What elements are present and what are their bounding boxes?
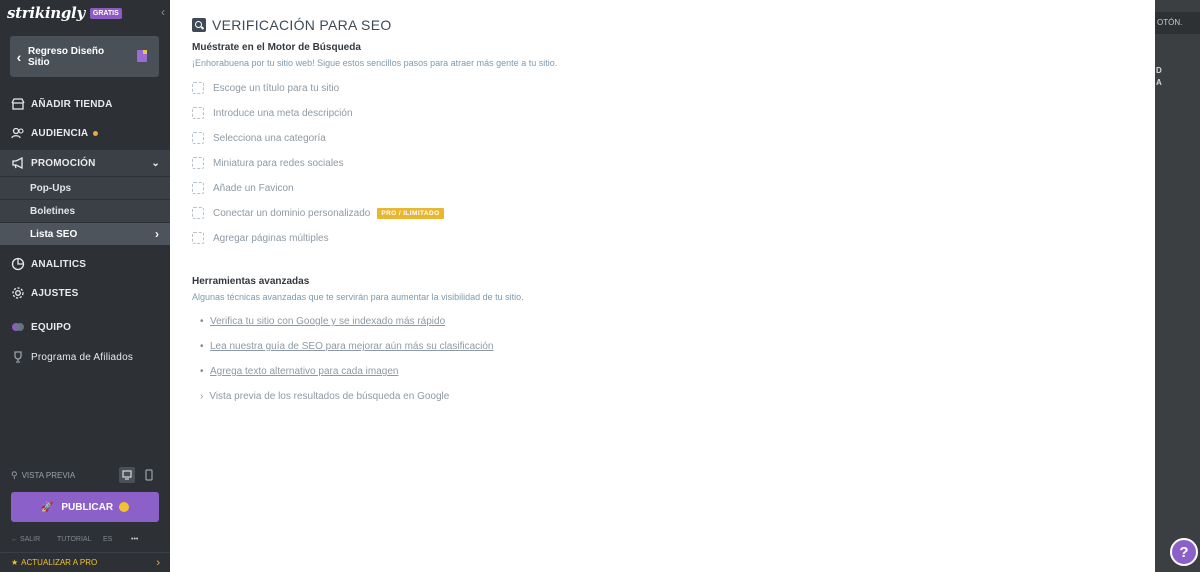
- checklist-item[interactable]: Añade un Favicon: [192, 182, 294, 194]
- site-preview-strip: OTÓN. D A: [1155, 0, 1200, 572]
- chevron-right-icon: ›: [156, 556, 160, 569]
- checklist-label: Miniatura para redes sociales: [213, 157, 344, 169]
- nav-label: AJUSTES: [31, 287, 79, 299]
- section-title: Herramientas avanzadas: [192, 276, 310, 287]
- link-alt-text[interactable]: Agrega texto alternativo para cada image…: [200, 366, 398, 377]
- nav-label: AUDIENCIA: [31, 127, 89, 139]
- sidebar: strikingly GRATIS ‹ ‹ Regreso Diseño Sit…: [0, 0, 170, 572]
- back-label: Regreso Diseño Sitio: [28, 45, 105, 68]
- preview-button-fragment: OTÓN.: [1155, 12, 1200, 34]
- star-icon: ★: [11, 558, 19, 567]
- nav-label: Programa de Afiliados: [31, 351, 134, 363]
- upgrade-pro-link[interactable]: ★ ACTUALIZAR A PRO ›: [0, 552, 170, 572]
- tutorial-link[interactable]: TUTORIAL: [57, 536, 103, 543]
- checklist-label: Escoge un título para tu sitio: [213, 82, 340, 94]
- link-seo-guide[interactable]: Lea nuestra guía de SEO para mejorar aún…: [200, 341, 493, 352]
- checklist-item[interactable]: Escoge un título para tu sitio: [192, 82, 339, 94]
- section-description: Algunas técnicas avanzadas que te servir…: [192, 292, 524, 302]
- checkbox[interactable]: [192, 232, 204, 244]
- page-title: VERIFICACIÓN PARA SEO: [192, 17, 392, 33]
- checklist-item[interactable]: Introduce una meta descripción: [192, 107, 353, 119]
- smiley-icon: [119, 502, 130, 512]
- pie-chart-icon: [11, 257, 25, 271]
- gear-icon: [12, 287, 24, 299]
- section-description: ¡Enhorabuena por tu sitio web! Sigue est…: [192, 58, 558, 68]
- chevron-right-icon: ›: [200, 391, 204, 402]
- team-icon: [12, 323, 24, 331]
- nav-item-promotion[interactable]: PROMOCIÓN ⌄: [0, 150, 170, 176]
- megaphone-icon: [12, 156, 23, 170]
- chevron-left-icon: ‹: [16, 48, 22, 65]
- plan-badge: GRATIS: [89, 7, 122, 19]
- section-title: Muéstrate en el Motor de Búsqueda: [192, 42, 361, 53]
- back-to-design-button[interactable]: ‹ Regreso Diseño Sitio: [10, 36, 159, 77]
- subnav-item-popups[interactable]: Pop-Ups: [0, 177, 170, 199]
- checklist-item[interactable]: Conectar un dominio personalizado PRO / I…: [192, 207, 444, 219]
- notification-dot: [93, 130, 99, 136]
- page-icon: [137, 50, 147, 62]
- subnav-item-seo-list[interactable]: Lista SEO ›: [0, 223, 170, 245]
- magnifier-icon: [192, 18, 206, 32]
- desktop-preview-icon[interactable]: [119, 467, 135, 483]
- nav-item-team[interactable]: EQUIPO: [0, 318, 170, 336]
- nav-label: EQUIPO: [31, 321, 72, 333]
- checklist-item[interactable]: Agregar páginas múltiples: [192, 232, 329, 244]
- link-verify-google[interactable]: Verifica tu sitio con Google y se indexa…: [200, 316, 445, 327]
- chevron-down-icon: ⌄: [151, 157, 160, 169]
- nav-item-add-store[interactable]: AÑADIR TIENDA: [0, 95, 170, 113]
- search-icon: ⚲: [11, 469, 18, 480]
- chevron-right-icon: ›: [155, 227, 159, 241]
- title-text: VERIFICACIÓN PARA SEO: [212, 17, 392, 33]
- nav-item-audience[interactable]: AUDIENCIA: [0, 124, 170, 142]
- publish-label: PUBLICAR: [61, 501, 114, 513]
- google-preview-expander[interactable]: › Vista previa de los resultados de búsq…: [200, 391, 449, 402]
- subnav-label: Lista SEO: [30, 228, 78, 240]
- preview-text-fragment: D: [1156, 66, 1162, 75]
- expander-label: Vista previa de los resultados de búsque…: [209, 391, 450, 402]
- collapse-sidebar-icon[interactable]: ‹: [161, 5, 165, 19]
- preview-bar: ⚲ VISTA PREVIA: [11, 467, 159, 483]
- nav-item-affiliates[interactable]: Programa de Afiliados: [0, 348, 170, 366]
- pro-badge: PRO / ILIMITADO: [377, 207, 444, 219]
- language-link[interactable]: ES: [103, 536, 131, 543]
- brand: strikingly GRATIS ‹: [0, 0, 170, 26]
- checkbox[interactable]: [192, 157, 204, 169]
- exit-label: SALIR: [19, 536, 41, 543]
- checklist-label: Añade un Favicon: [213, 182, 294, 194]
- preview-label[interactable]: VISTA PREVIA: [22, 471, 76, 480]
- strikingly-logo[interactable]: strikingly: [7, 4, 85, 22]
- nav-item-settings[interactable]: AJUSTES: [0, 284, 170, 302]
- checklist-label: Conectar un dominio personalizado: [213, 207, 371, 219]
- more-options-icon[interactable]: •••: [131, 536, 138, 543]
- subnav-label: Boletines: [30, 205, 76, 217]
- seo-panel: VERIFICACIÓN PARA SEO Muéstrate en el Mo…: [170, 0, 1155, 572]
- publish-button[interactable]: 🚀 PUBLICAR: [11, 492, 159, 522]
- nav-item-analytics[interactable]: ANALITICS: [0, 255, 170, 273]
- checklist-item[interactable]: Miniatura para redes sociales: [192, 157, 344, 169]
- preview-text-fragment: A: [1156, 78, 1162, 87]
- audience-icon: [11, 127, 24, 139]
- nav-label: AÑADIR TIENDA: [31, 98, 113, 110]
- checkbox[interactable]: [192, 107, 204, 119]
- upgrade-label: ACTUALIZAR A PRO: [21, 558, 98, 567]
- rocket-icon: 🚀: [40, 501, 54, 513]
- exit-link[interactable]: ← SALIR: [11, 536, 57, 543]
- store-icon: [11, 98, 25, 110]
- checkbox[interactable]: [192, 132, 204, 144]
- checklist-item[interactable]: Selecciona una categoría: [192, 132, 326, 144]
- footer-links: ← SALIR TUTORIAL ES •••: [11, 536, 161, 543]
- mobile-preview-icon[interactable]: [141, 467, 157, 483]
- checkbox[interactable]: [192, 182, 204, 194]
- checkbox[interactable]: [192, 82, 204, 94]
- trophy-icon: [14, 351, 22, 363]
- help-button[interactable]: ?: [1170, 538, 1198, 566]
- checklist-label: Introduce una meta descripción: [213, 107, 353, 119]
- checklist-label: Agregar páginas múltiples: [213, 232, 329, 244]
- checklist-label: Selecciona una categoría: [213, 132, 326, 144]
- nav-label: ANALITICS: [31, 258, 87, 270]
- subnav-item-newsletters[interactable]: Boletines: [0, 200, 170, 222]
- subnav-label: Pop-Ups: [30, 182, 72, 194]
- nav-label: PROMOCIÓN: [31, 157, 96, 169]
- checkbox[interactable]: [192, 207, 204, 219]
